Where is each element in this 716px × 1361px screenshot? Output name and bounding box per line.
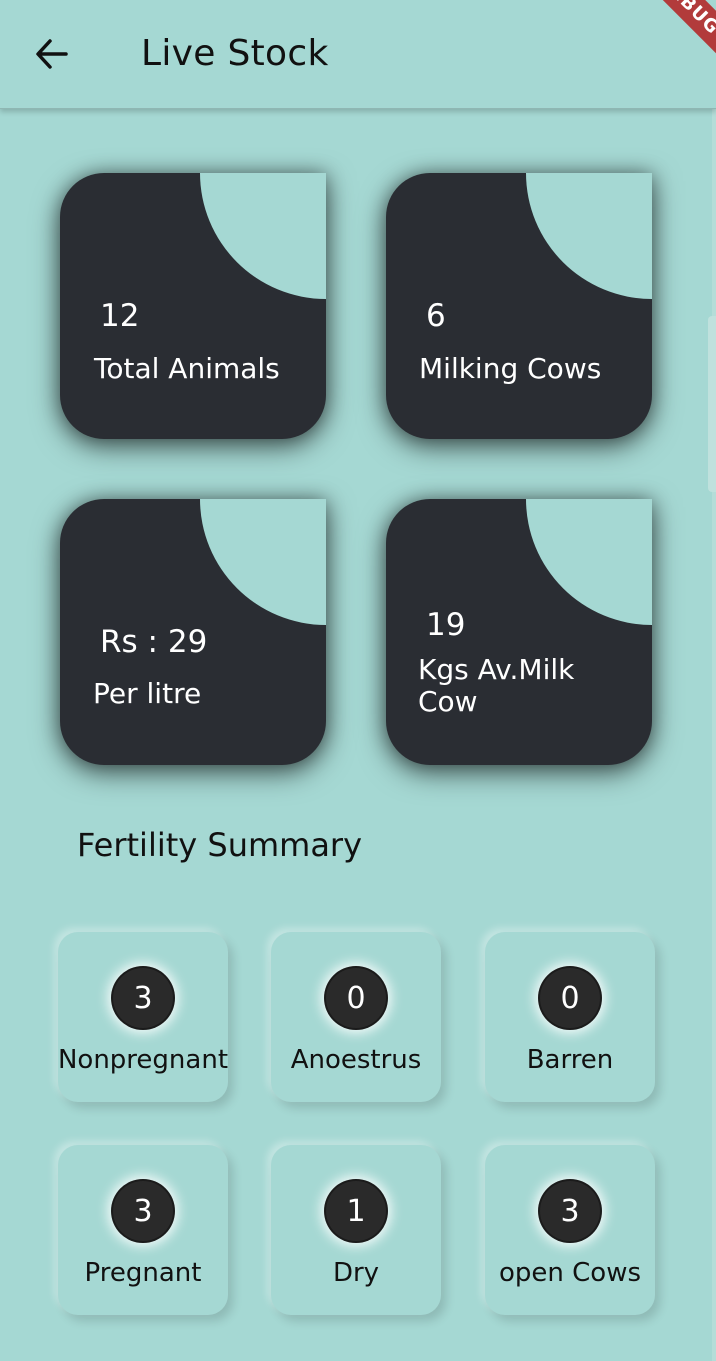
count-badge: 3 <box>540 1181 600 1241</box>
stat-label: Milking Cows <box>419 352 602 385</box>
fertility-card-nonpregnant[interactable]: 3 Nonpregnant <box>58 932 228 1102</box>
count-badge: 3 <box>113 1181 173 1241</box>
fertility-label: Pregnant <box>84 1258 202 1288</box>
fertility-label: Dry <box>332 1258 380 1288</box>
fertility-card-pregnant[interactable]: 3 Pregnant <box>58 1145 228 1315</box>
stat-value: Rs : 29 <box>100 624 208 660</box>
stat-value: 6 <box>426 298 446 334</box>
fertility-card-dry[interactable]: 1 Dry <box>271 1145 441 1315</box>
fertility-label: open Cows <box>498 1258 642 1288</box>
back-button[interactable] <box>28 30 76 78</box>
scrollbar[interactable] <box>708 316 716 492</box>
stat-card-total-animals[interactable]: 12 Total Animals <box>60 173 326 439</box>
page-title: Live Stock <box>141 33 329 74</box>
count-badge: 0 <box>540 968 600 1028</box>
card-corner-decoration <box>200 173 326 299</box>
stat-label: Total Animals <box>94 352 280 385</box>
count-badge: 3 <box>113 968 173 1028</box>
fertility-label: Nonpregnant <box>57 1045 229 1075</box>
fertility-label: Anoestrus <box>290 1045 422 1075</box>
arrow-left-icon <box>36 39 68 69</box>
fertility-card-barren[interactable]: 0 Barren <box>485 932 655 1102</box>
fertility-label: Barren <box>526 1045 614 1075</box>
fertility-card-anoestrus[interactable]: 0 Anoestrus <box>271 932 441 1102</box>
app-bar: Live Stock <box>0 0 716 109</box>
stat-card-milking-cows[interactable]: 6 Milking Cows <box>386 173 652 439</box>
stat-value: 12 <box>100 298 140 334</box>
stat-card-avg-milk[interactable]: 19 Kgs Av.Milk Cow <box>386 499 652 765</box>
stat-label: Kgs Av.Milk Cow <box>418 653 575 718</box>
count-badge: 1 <box>326 1181 386 1241</box>
card-corner-decoration <box>526 173 652 299</box>
count-badge: 0 <box>326 968 386 1028</box>
stat-value: 19 <box>426 607 466 643</box>
stat-label: Per litre <box>93 677 202 710</box>
section-title-fertility: Fertility Summary <box>77 826 363 864</box>
card-corner-decoration <box>200 499 326 625</box>
screen-edge <box>712 0 716 1361</box>
fertility-card-open-cows[interactable]: 3 open Cows <box>485 1145 655 1315</box>
card-corner-decoration <box>526 499 652 625</box>
stat-card-per-litre[interactable]: Rs : 29 Per litre <box>60 499 326 765</box>
